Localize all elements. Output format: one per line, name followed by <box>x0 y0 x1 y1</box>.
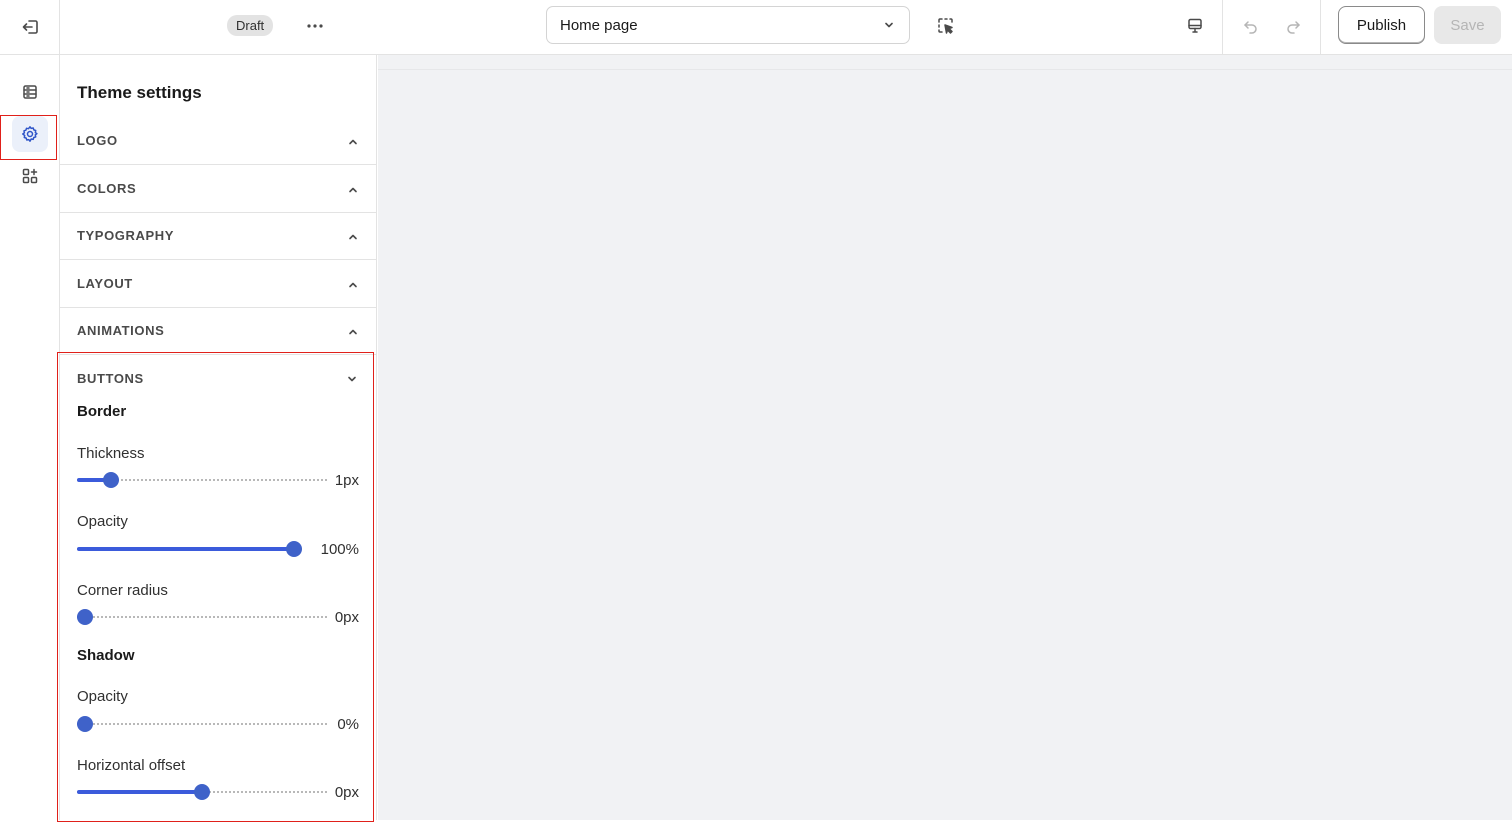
section-colors[interactable]: COLORS <box>60 165 376 213</box>
exit-editor-button[interactable] <box>0 0 60 54</box>
undo-icon <box>1244 21 1257 34</box>
left-rail <box>0 55 60 820</box>
section-typography[interactable]: TYPOGRAPHY <box>60 212 376 260</box>
chevron-down-icon <box>885 22 893 28</box>
section-label: ANIMATIONS <box>77 323 165 338</box>
section-animations[interactable]: ANIMATIONS <box>60 307 376 355</box>
chevron-up-icon <box>349 234 357 240</box>
status-badge: Draft <box>227 15 274 36</box>
rail-apps-button[interactable] <box>12 158 48 194</box>
section-logo[interactable]: LOGO <box>60 117 376 165</box>
apps-add-icon <box>22 168 38 184</box>
section-layout[interactable]: LAYOUT <box>60 260 376 308</box>
save-button[interactable]: Save <box>1434 6 1501 44</box>
redo-button[interactable] <box>1279 13 1307 41</box>
redo-icon <box>1287 21 1300 34</box>
preview-divider <box>378 69 1512 70</box>
more-horizontal-icon <box>307 24 323 28</box>
rail-sections-button[interactable] <box>12 74 48 110</box>
page-selector-value: Home page <box>560 16 638 34</box>
top-bar: Draft Home page Publish Save <box>0 0 1512 55</box>
undo-button[interactable] <box>1237 13 1265 41</box>
history-controls <box>1222 0 1321 54</box>
select-cursor-icon <box>938 18 953 34</box>
publish-button[interactable]: Publish <box>1338 6 1425 44</box>
sections-icon <box>23 85 37 99</box>
inspector-toggle-button[interactable] <box>932 12 960 40</box>
buttons-section-highlight <box>57 352 374 822</box>
chevron-up-icon <box>349 139 357 145</box>
device-preview-button[interactable] <box>1180 11 1210 41</box>
chevron-up-icon <box>349 329 357 335</box>
chevron-up-icon <box>349 282 357 288</box>
theme-settings-highlight <box>0 115 57 160</box>
more-actions-button[interactable] <box>300 12 330 40</box>
section-label: COLORS <box>77 181 137 196</box>
desktop-icon <box>1188 18 1202 33</box>
panel-title: Theme settings <box>77 83 202 102</box>
page-selector[interactable]: Home page <box>546 6 910 44</box>
exit-icon <box>22 20 38 34</box>
preview-canvas[interactable] <box>378 55 1512 820</box>
section-label: LAYOUT <box>77 276 133 291</box>
section-label: TYPOGRAPHY <box>77 228 175 243</box>
section-label: LOGO <box>77 133 118 148</box>
chevron-up-icon <box>349 187 357 193</box>
